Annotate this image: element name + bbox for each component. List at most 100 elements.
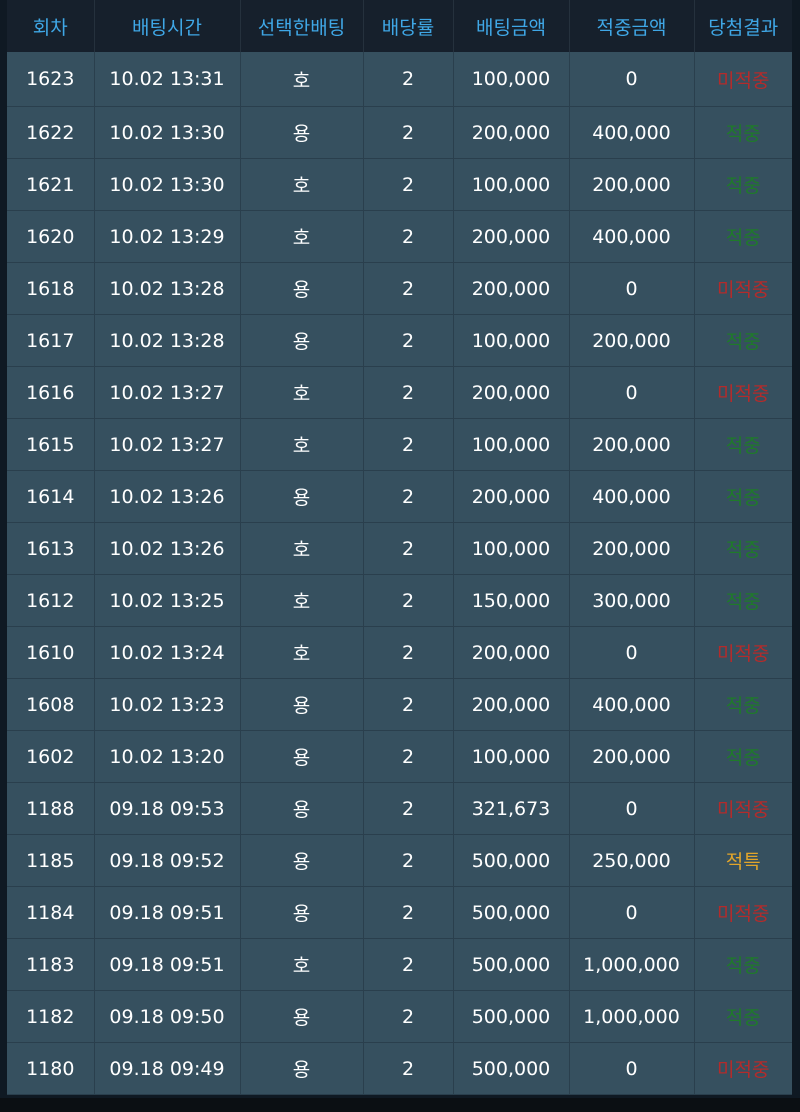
cell-bet-amount: 500,000	[453, 886, 570, 939]
cell-bet-amount: 200,000	[453, 678, 570, 731]
cell-bet-time: 10.02 13:27	[94, 366, 241, 419]
cell-bet-time: 10.02 13:26	[94, 522, 241, 575]
table-row: 1614 10.02 13:26 용 2 200,000 400,000 적중	[7, 470, 792, 523]
cell-odds: 2	[363, 782, 454, 835]
cell-odds: 2	[363, 574, 454, 627]
cell-odds: 2	[363, 262, 454, 315]
cell-bet-amount: 100,000	[453, 730, 570, 783]
cell-bet-time: 10.02 13:31	[94, 52, 241, 107]
table-row: 1185 09.18 09:52 용 2 500,000 250,000 적특	[7, 834, 792, 887]
cell-result: 적중	[694, 106, 792, 159]
cell-bet-amount: 200,000	[453, 262, 570, 315]
cell-bet-amount: 100,000	[453, 522, 570, 575]
header-row: 회차 배팅시간 선택한배팅 배당률 배팅금액 적중금액 당첨결과	[7, 0, 792, 52]
table-header: 회차 배팅시간 선택한배팅 배당률 배팅금액 적중금액 당첨결과	[7, 0, 792, 52]
header-bet-amount: 배팅금액	[453, 0, 570, 52]
cell-win-amount: 0	[569, 262, 695, 315]
cell-selected-bet: 용	[240, 1042, 364, 1095]
cell-result: 미적중	[694, 1042, 792, 1095]
cell-round: 1183	[7, 938, 95, 991]
header-win-amount: 적중금액	[569, 0, 695, 52]
cell-bet-time: 10.02 13:25	[94, 574, 241, 627]
cell-selected-bet: 용	[240, 782, 364, 835]
cell-odds: 2	[363, 366, 454, 419]
cell-result: 적특	[694, 834, 792, 887]
cell-round: 1188	[7, 782, 95, 835]
cell-selected-bet: 호	[240, 158, 364, 211]
cell-win-amount: 200,000	[569, 418, 695, 471]
cell-selected-bet: 호	[240, 574, 364, 627]
table-row: 1182 09.18 09:50 용 2 500,000 1,000,000 적중	[7, 990, 792, 1043]
cell-round: 1610	[7, 626, 95, 679]
cell-round: 1612	[7, 574, 95, 627]
cell-result: 적중	[694, 470, 792, 523]
cell-win-amount: 400,000	[569, 678, 695, 731]
cell-win-amount: 200,000	[569, 522, 695, 575]
header-result: 당첨결과	[694, 0, 792, 52]
cell-bet-time: 10.02 13:23	[94, 678, 241, 731]
table-row: 1612 10.02 13:25 호 2 150,000 300,000 적중	[7, 574, 792, 627]
cell-bet-time: 10.02 13:27	[94, 418, 241, 471]
cell-selected-bet: 용	[240, 730, 364, 783]
cell-bet-amount: 200,000	[453, 106, 570, 159]
cell-bet-time: 09.18 09:51	[94, 938, 241, 991]
cell-result: 적중	[694, 574, 792, 627]
cell-odds: 2	[363, 470, 454, 523]
cell-bet-time: 09.18 09:49	[94, 1042, 241, 1095]
cell-result: 적중	[694, 730, 792, 783]
cell-bet-time: 09.18 09:51	[94, 886, 241, 939]
cell-bet-amount: 200,000	[453, 470, 570, 523]
cell-selected-bet: 호	[240, 210, 364, 263]
cell-win-amount: 0	[569, 1042, 695, 1095]
cell-round: 1620	[7, 210, 95, 263]
table-row: 1184 09.18 09:51 용 2 500,000 0 미적중	[7, 886, 792, 939]
cell-odds: 2	[363, 626, 454, 679]
cell-round: 1621	[7, 158, 95, 211]
cell-win-amount: 1,000,000	[569, 938, 695, 991]
cell-selected-bet: 호	[240, 418, 364, 471]
cell-round: 1182	[7, 990, 95, 1043]
table-row: 1188 09.18 09:53 용 2 321,673 0 미적중	[7, 782, 792, 835]
cell-win-amount: 400,000	[569, 210, 695, 263]
cell-selected-bet: 용	[240, 990, 364, 1043]
cell-result: 적중	[694, 158, 792, 211]
table-row: 1610 10.02 13:24 호 2 200,000 0 미적중	[7, 626, 792, 679]
bottom-bar	[0, 1098, 800, 1112]
cell-win-amount: 1,000,000	[569, 990, 695, 1043]
cell-odds: 2	[363, 990, 454, 1043]
cell-odds: 2	[363, 314, 454, 367]
cell-selected-bet: 용	[240, 834, 364, 887]
cell-bet-time: 10.02 13:30	[94, 158, 241, 211]
cell-round: 1616	[7, 366, 95, 419]
cell-result: 미적중	[694, 886, 792, 939]
table-row: 1180 09.18 09:49 용 2 500,000 0 미적중	[7, 1042, 792, 1095]
cell-win-amount: 0	[569, 626, 695, 679]
header-selected-bet: 선택한배팅	[240, 0, 364, 52]
cell-bet-amount: 100,000	[453, 418, 570, 471]
cell-round: 1617	[7, 314, 95, 367]
cell-win-amount: 400,000	[569, 470, 695, 523]
cell-odds: 2	[363, 938, 454, 991]
cell-selected-bet: 용	[240, 314, 364, 367]
cell-win-amount: 200,000	[569, 730, 695, 783]
cell-selected-bet: 용	[240, 470, 364, 523]
cell-round: 1184	[7, 886, 95, 939]
cell-odds: 2	[363, 106, 454, 159]
cell-bet-amount: 100,000	[453, 158, 570, 211]
cell-odds: 2	[363, 522, 454, 575]
cell-win-amount: 0	[569, 782, 695, 835]
cell-bet-time: 10.02 13:30	[94, 106, 241, 159]
cell-round: 1180	[7, 1042, 95, 1095]
cell-odds: 2	[363, 730, 454, 783]
cell-odds: 2	[363, 210, 454, 263]
cell-round: 1185	[7, 834, 95, 887]
cell-odds: 2	[363, 158, 454, 211]
cell-bet-amount: 150,000	[453, 574, 570, 627]
cell-odds: 2	[363, 678, 454, 731]
cell-win-amount: 250,000	[569, 834, 695, 887]
cell-round: 1615	[7, 418, 95, 471]
header-round: 회차	[7, 0, 95, 52]
table-row: 1622 10.02 13:30 용 2 200,000 400,000 적중	[7, 106, 792, 159]
cell-round: 1618	[7, 262, 95, 315]
cell-bet-amount: 500,000	[453, 990, 570, 1043]
